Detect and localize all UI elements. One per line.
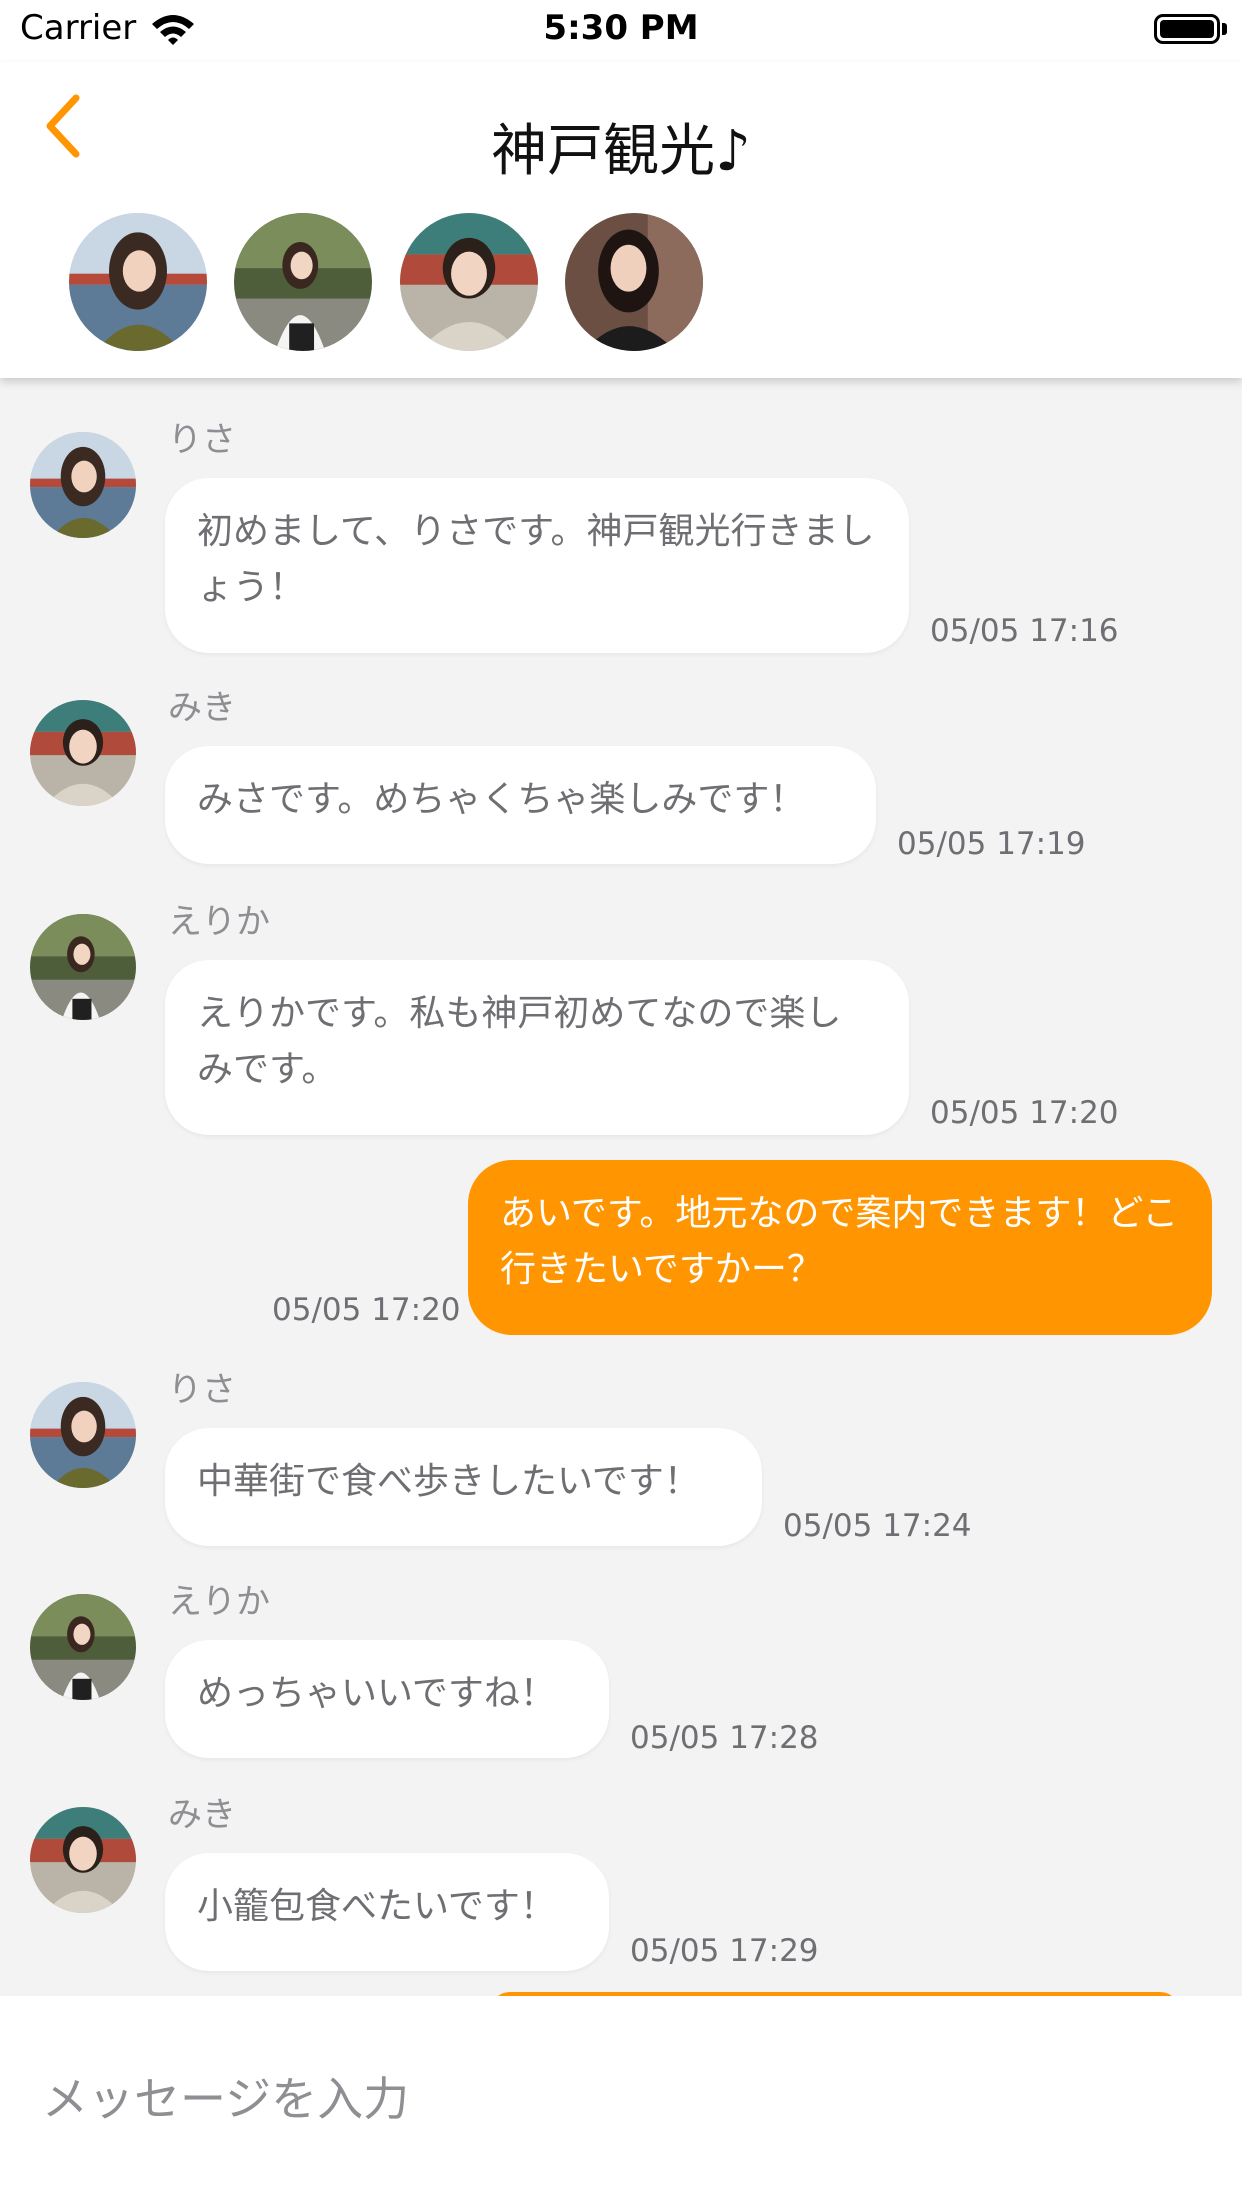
message-time: 05/05 17:19 <box>897 826 1086 862</box>
message-time: 05/05 17:20 <box>930 1095 1119 1131</box>
message-bubble[interactable]: 中華街で食べ歩きしたいです！ <box>165 1428 762 1546</box>
member-avatar-ai[interactable] <box>565 213 703 351</box>
page-title: 神戸観光♪ <box>491 119 751 184</box>
message-time: 05/05 17:16 <box>930 613 1119 649</box>
status-time: 5:30 PM <box>543 8 699 48</box>
battery-tip <box>1222 23 1227 35</box>
member-avatar-erika[interactable] <box>234 213 372 351</box>
status-bar: Carrier 5:30 PM <box>0 0 1242 62</box>
sender-name: えりか <box>168 902 270 942</box>
sender-name: えりか <box>168 1582 270 1622</box>
message-bubble[interactable]: みさです。めちゃくちゃ楽しみです！ <box>165 746 876 864</box>
message-time: 05/05 17:28 <box>630 1720 819 1756</box>
message-time: 05/05 17:24 <box>783 1508 972 1544</box>
sender-name: りさ <box>168 1370 236 1410</box>
sender-name: みき <box>168 1795 236 1835</box>
sender-avatar[interactable] <box>30 432 136 538</box>
sender-name: みき <box>168 688 236 728</box>
input-bar <box>0 1996 1242 2208</box>
message-input[interactable] <box>40 2056 1204 2142</box>
chat-header: 神戸観光♪ <box>0 62 1242 378</box>
message-time: 05/05 17:29 <box>630 1933 819 1969</box>
member-avatar-miki[interactable] <box>400 213 538 351</box>
sender-avatar[interactable] <box>30 700 136 806</box>
message-bubble[interactable]: えりかです。私も神戸初めてなので楽しみです。 <box>165 960 909 1135</box>
sender-name: りさ <box>168 420 236 460</box>
sender-avatar[interactable] <box>30 1807 136 1913</box>
message-bubble-outgoing[interactable]: あいです。地元なので案内できます！どこ行きたいですかー？ <box>468 1160 1212 1335</box>
sender-avatar[interactable] <box>30 1382 136 1488</box>
message-list[interactable]: りさ 初めまして、りさです。神戸観光行きましょう！ 05/05 17:16 みき… <box>0 378 1242 1996</box>
message-bubble[interactable]: 小籠包食べたいです！ <box>165 1853 609 1971</box>
message-bubble[interactable]: めっちゃいいですね！ <box>165 1640 609 1758</box>
sender-avatar[interactable] <box>30 1594 136 1700</box>
message-time: 05/05 17:20 <box>272 1292 461 1328</box>
message-bubble[interactable]: 初めまして、りさです。神戸観光行きましょう！ <box>165 478 909 653</box>
sender-avatar[interactable] <box>30 914 136 1020</box>
member-avatar-risa[interactable] <box>69 213 207 351</box>
battery-icon <box>1154 14 1220 44</box>
